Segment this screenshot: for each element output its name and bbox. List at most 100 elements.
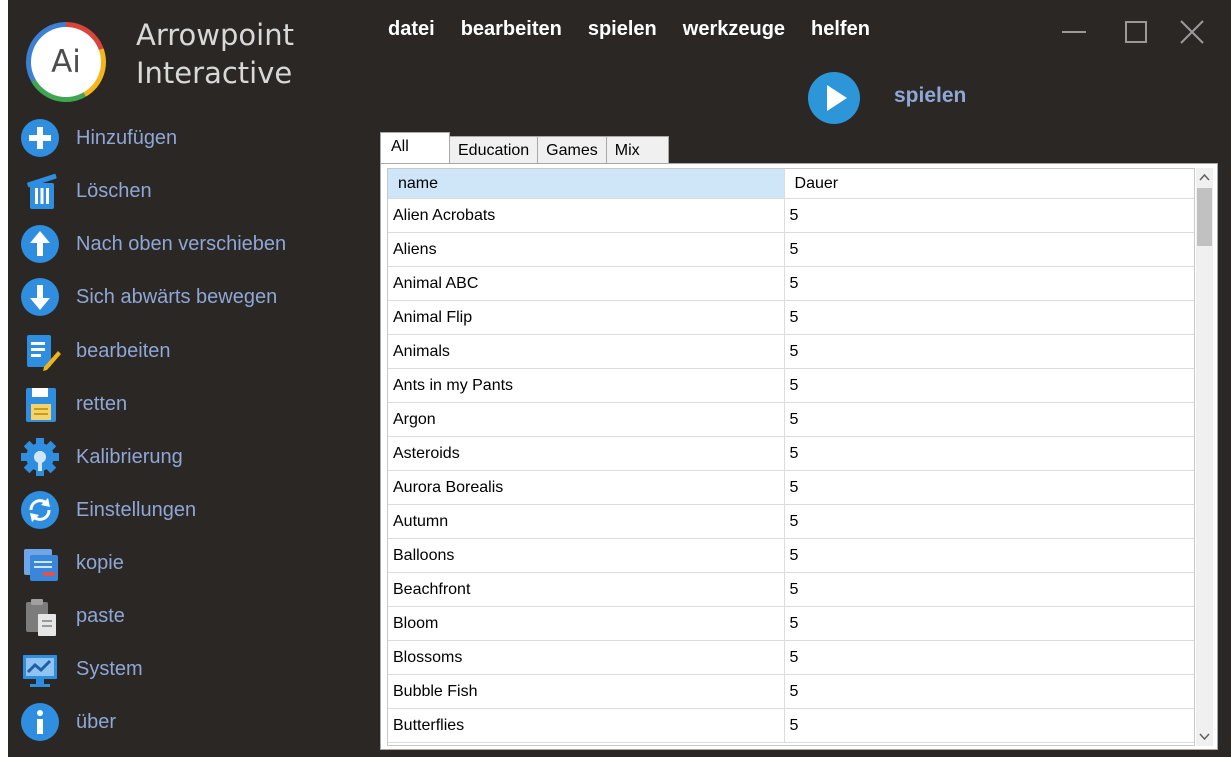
cell-duration: 5 bbox=[789, 308, 799, 326]
cell-duration: 5 bbox=[789, 240, 799, 258]
table-row[interactable]: Bloom 5 bbox=[388, 607, 1194, 641]
table-row[interactable]: Bubble Fish 5 bbox=[388, 675, 1194, 709]
sidebar-label: Kalibrierung bbox=[76, 445, 183, 468]
menu-play[interactable]: spielen bbox=[588, 18, 657, 41]
cell-duration: 5 bbox=[789, 206, 799, 224]
table-row[interactable]: Animal ABC 5 bbox=[388, 267, 1194, 301]
table-header: name Dauer bbox=[388, 169, 1194, 199]
table-row[interactable]: Balloons 5 bbox=[388, 539, 1194, 573]
sidebar-label: Hinzufügen bbox=[76, 126, 178, 149]
cell-duration: 5 bbox=[789, 410, 799, 428]
table-row[interactable]: Asteroids 5 bbox=[388, 437, 1194, 471]
cell-duration: 5 bbox=[789, 648, 799, 666]
app-window: Ai Arrowpoint Interactive Hinzufügen Lös… bbox=[8, 0, 1231, 757]
column-header-duration[interactable]: Dauer bbox=[785, 169, 1194, 198]
sidebar-item-add[interactable]: Hinzufügen bbox=[18, 116, 358, 160]
tab-education[interactable]: Education bbox=[449, 136, 539, 164]
maximize-button[interactable] bbox=[1118, 14, 1154, 50]
scroll-up-button[interactable] bbox=[1196, 168, 1213, 188]
sidebar-item-move-up[interactable]: Nach oben verschieben bbox=[18, 222, 358, 266]
sidebar-item-edit[interactable]: bearbeiten bbox=[18, 329, 358, 373]
table-row[interactable]: Butterflies 5 bbox=[388, 709, 1194, 743]
table-row[interactable]: Autumn 5 bbox=[388, 505, 1194, 539]
column-header-name[interactable]: name bbox=[388, 169, 785, 198]
table-row[interactable]: Aurora Borealis 5 bbox=[388, 471, 1194, 505]
sidebar-item-calibration[interactable]: Kalibrierung bbox=[18, 435, 358, 479]
add-icon bbox=[18, 116, 62, 160]
cell-name: Argon bbox=[388, 403, 785, 436]
tab-games[interactable]: Games bbox=[537, 136, 607, 164]
sidebar-label: Löschen bbox=[76, 179, 152, 202]
logo-text: Ai bbox=[51, 44, 81, 80]
cell-name: Animal Flip bbox=[388, 301, 785, 334]
menu-file[interactable]: datei bbox=[388, 18, 435, 41]
tab-all[interactable]: All bbox=[380, 132, 450, 164]
cell-duration: 5 bbox=[789, 478, 799, 496]
sidebar-item-move-down[interactable]: Sich abwärts bewegen bbox=[18, 275, 358, 319]
cell-duration: 5 bbox=[789, 682, 799, 700]
play-label[interactable]: spielen bbox=[894, 84, 966, 108]
cell-duration: 5 bbox=[789, 444, 799, 462]
sidebar-item-copy[interactable]: kopie bbox=[18, 541, 358, 585]
minimize-icon bbox=[1062, 31, 1086, 33]
cell-name: Aliens bbox=[388, 233, 785, 266]
cell-name: Ants in my Pants bbox=[388, 369, 785, 402]
tab-mix[interactable]: Mix bbox=[605, 136, 669, 164]
sidebar-item-system[interactable]: System bbox=[18, 647, 358, 691]
tab-bar: All Education Games Mix bbox=[380, 132, 669, 164]
table-row[interactable]: Animal Flip 5 bbox=[388, 301, 1194, 335]
cell-name: Animals bbox=[388, 335, 785, 368]
scrollbar-thumb[interactable] bbox=[1197, 188, 1212, 246]
sidebar-label: Einstellungen bbox=[76, 498, 197, 521]
menu-edit[interactable]: bearbeiten bbox=[461, 18, 562, 41]
cell-duration: 5 bbox=[789, 580, 799, 598]
arrow-up-icon bbox=[18, 222, 62, 266]
sidebar-label: bearbeiten bbox=[76, 339, 171, 362]
table-row[interactable]: Alien Acrobats 5 bbox=[388, 199, 1194, 233]
cell-name: Animal ABC bbox=[388, 267, 785, 300]
table-row[interactable]: Blossoms 5 bbox=[388, 641, 1194, 675]
close-icon bbox=[1180, 20, 1204, 44]
table-row[interactable]: Argon 5 bbox=[388, 403, 1194, 437]
table-row[interactable]: Animals 5 bbox=[388, 335, 1194, 369]
save-icon bbox=[18, 382, 62, 426]
brand-logo: Ai bbox=[26, 22, 106, 102]
edit-icon bbox=[18, 329, 62, 373]
vertical-scrollbar[interactable] bbox=[1196, 168, 1213, 746]
cell-duration: 5 bbox=[789, 546, 799, 564]
close-button[interactable] bbox=[1174, 14, 1210, 50]
maximize-icon bbox=[1125, 21, 1147, 43]
cell-name: Bloom bbox=[388, 607, 785, 640]
table-row[interactable]: Aliens 5 bbox=[388, 233, 1194, 267]
sidebar-label: kopie bbox=[76, 551, 124, 574]
arrow-down-icon bbox=[18, 275, 62, 319]
cell-duration: 5 bbox=[789, 274, 799, 292]
sidebar-label: Sich abwärts bewegen bbox=[76, 285, 278, 308]
cell-name: Asteroids bbox=[388, 437, 785, 470]
sidebar-label: Nach oben verschieben bbox=[76, 232, 287, 255]
table-row[interactable]: Ants in my Pants 5 bbox=[388, 369, 1194, 403]
sidebar-item-about[interactable]: über bbox=[18, 700, 358, 744]
paste-icon bbox=[18, 594, 62, 638]
menu-tools[interactable]: werkzeuge bbox=[683, 18, 785, 41]
sidebar-item-paste[interactable]: paste bbox=[18, 594, 358, 638]
cell-duration: 5 bbox=[789, 376, 799, 394]
cell-name: Bubble Fish bbox=[388, 675, 785, 708]
table-row[interactable]: Beachfront 5 bbox=[388, 573, 1194, 607]
sidebar-item-save[interactable]: retten bbox=[18, 382, 358, 426]
menu-help[interactable]: helfen bbox=[811, 18, 870, 41]
refresh-settings-icon bbox=[18, 488, 62, 532]
play-button[interactable] bbox=[808, 72, 860, 124]
cell-duration: 5 bbox=[789, 614, 799, 632]
minimize-button[interactable] bbox=[1056, 14, 1092, 50]
sidebar-item-settings[interactable]: Einstellungen bbox=[18, 488, 358, 532]
playlist-table[interactable]: name Dauer Alien Acrobats 5 Aliens 5 Animal … bbox=[387, 168, 1195, 746]
cell-duration: 5 bbox=[789, 716, 799, 734]
scroll-down-button[interactable] bbox=[1196, 726, 1213, 746]
brand-line-1: Arrowpoint bbox=[136, 18, 294, 52]
info-icon bbox=[18, 700, 62, 744]
sidebar-item-delete[interactable]: Löschen bbox=[18, 169, 358, 213]
copy-icon bbox=[18, 541, 62, 585]
cell-name: Alien Acrobats bbox=[388, 199, 785, 232]
cell-duration: 5 bbox=[789, 342, 799, 360]
